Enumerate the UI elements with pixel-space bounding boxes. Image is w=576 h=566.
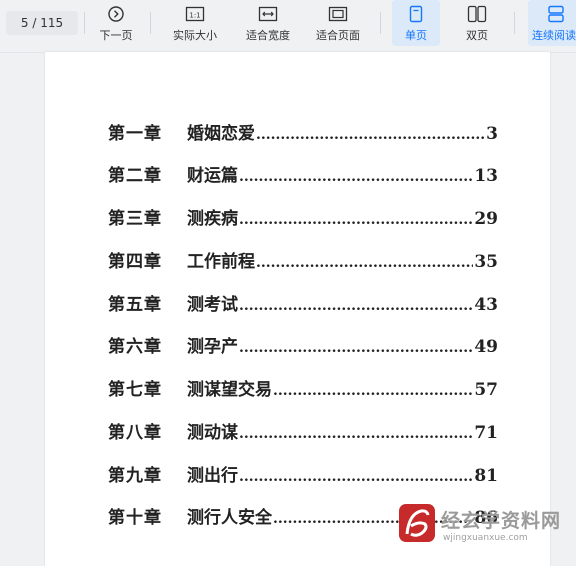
toc-page-number: 49 (474, 337, 498, 357)
toc-entry[interactable]: 第二章 财运篇 13 (108, 161, 498, 187)
toc-chapter-title: 测动谋 (187, 423, 238, 443)
actual-size-label: 实际大小 (173, 29, 217, 42)
toolbar-divider (380, 12, 381, 34)
toolbar: 5 / 115 下一页 1:1 实际大小 适合宽度 适合页面 单页 双页 连续阅… (0, 0, 576, 53)
toc-entry[interactable]: 第六章 测孕产 49 (108, 332, 498, 358)
toc-dot-leader (256, 127, 485, 143)
toc-entry[interactable]: 第四章 工作前程 35 (108, 247, 498, 273)
fit-page-label: 适合页面 (316, 29, 360, 42)
fit-width-label: 适合宽度 (246, 29, 290, 42)
toc-chapter-number: 第九章 (108, 466, 162, 486)
toc-dot-leader (256, 255, 473, 271)
toc-dot-leader (239, 298, 473, 314)
next-page-label: 下一页 (99, 29, 133, 42)
toc-chapter-number: 第三章 (108, 209, 162, 229)
toc-dot-leader (239, 469, 473, 485)
toc-entry[interactable]: 第一章 婚姻恋爱 3 (108, 119, 498, 145)
continuous-scroll-icon (548, 5, 564, 23)
actual-size-button[interactable]: 1:1 实际大小 (162, 0, 228, 46)
toc-entry[interactable]: 第三章 测疾病 29 (108, 204, 498, 230)
single-page-icon (409, 5, 423, 23)
toc-chapter-number: 第四章 (108, 252, 162, 272)
toc-page-number: 43 (474, 295, 498, 315)
toc-entry[interactable]: 第五章 测考试 43 (108, 290, 498, 316)
toc-entry[interactable]: 第七章 测谋望交易 57 (108, 375, 498, 401)
toc-chapter-title: 测考试 (187, 295, 238, 315)
toc-entry[interactable]: 第八章 测动谋 71 (108, 418, 498, 444)
actual-size-icon-text: 1:1 (189, 11, 200, 19)
toc-entry[interactable]: 第九章 测出行 81 (108, 461, 498, 487)
toc-chapter-title: 测孕产 (187, 337, 238, 357)
toc-chapter-number: 第六章 (108, 337, 162, 357)
toc-page-number: 71 (474, 423, 498, 443)
double-page-label: 双页 (466, 29, 488, 42)
double-page-button[interactable]: 双页 (452, 0, 502, 46)
toc-page-number: 13 (474, 166, 498, 186)
watermark-url: wjingxuanxue.com (443, 533, 528, 543)
watermark: 经玄学资料网 wjingxuanxue.com (399, 504, 562, 550)
toc-chapter-number: 第二章 (108, 166, 162, 186)
continuous-reading-label: 连续阅读 (532, 29, 576, 42)
toolbar-divider (150, 12, 151, 34)
single-page-button[interactable]: 单页 (392, 0, 440, 46)
toc-dot-leader (239, 426, 473, 442)
continuous-reading-button[interactable]: 连续阅读 (528, 0, 576, 46)
toc-chapter-title: 婚姻恋爱 (187, 124, 255, 144)
toc-page-number: 57 (474, 380, 498, 400)
toc-chapter-number: 第一章 (108, 124, 162, 144)
toolbar-divider (84, 12, 85, 34)
fit-width-button[interactable]: 适合宽度 (236, 0, 300, 46)
toc-chapter-title: 测行人安全 (187, 508, 272, 528)
fit-width-icon (258, 6, 278, 22)
toc-chapter-title: 测疾病 (187, 209, 238, 229)
toc-chapter-title: 测出行 (187, 466, 238, 486)
watermark-logo-icon (405, 509, 430, 537)
toc-chapter-number: 第五章 (108, 295, 162, 315)
page-number-indicator[interactable]: 5 / 115 (6, 11, 78, 35)
toc-dot-leader (239, 169, 473, 185)
toc-chapter-title: 测谋望交易 (187, 380, 272, 400)
toc-chapter-number: 第十章 (108, 508, 162, 528)
toc-chapter-title: 财运篇 (187, 166, 238, 186)
toc-page-number: 3 (486, 124, 498, 144)
toc-dot-leader (239, 212, 473, 228)
next-page-button[interactable]: 下一页 (88, 0, 144, 46)
toc-chapter-number: 第八章 (108, 423, 162, 443)
watermark-logo (399, 504, 435, 542)
toc-chapter-title: 工作前程 (187, 252, 255, 272)
toc-page-number: 81 (474, 466, 498, 486)
actual-size-icon: 1:1 (185, 6, 205, 22)
document-page: 第一章 婚姻恋爱 3 第二章 财运篇 13 第三章 测疾病 29 第四章 工作前程 35 第五章 测考试 4… (45, 52, 550, 566)
fit-page-icon (328, 6, 348, 22)
double-page-icon (467, 5, 487, 23)
watermark-text: 经玄学资料网 (441, 510, 562, 532)
single-page-label: 单页 (405, 29, 427, 42)
toc-dot-leader (239, 340, 473, 356)
toc-chapter-number: 第七章 (108, 380, 162, 400)
toc-page-number: 29 (474, 209, 498, 229)
next-circle-icon (108, 6, 124, 22)
toc-page-number: 35 (474, 252, 498, 272)
toolbar-divider (514, 12, 515, 34)
toc-dot-leader (273, 383, 473, 399)
fit-page-button[interactable]: 适合页面 (306, 0, 370, 46)
